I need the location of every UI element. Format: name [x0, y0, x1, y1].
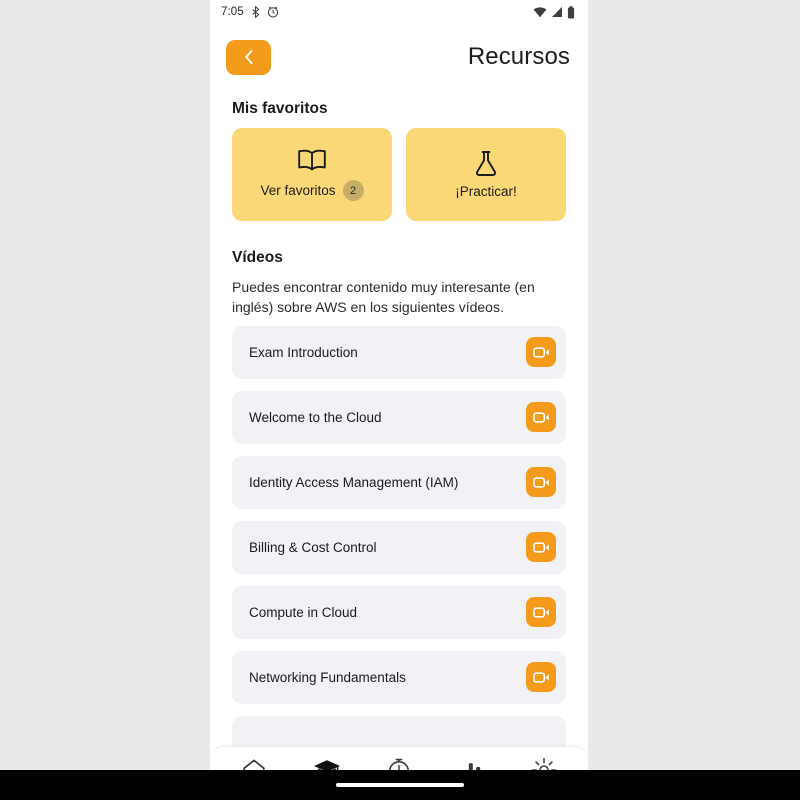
video-row[interactable]: Billing & Cost Control — [232, 520, 566, 574]
favorites-card-row: Ver favoritos 2 ¡Practicar! — [232, 128, 566, 221]
video-title: Exam Introduction — [249, 344, 358, 360]
home-indicator[interactable] — [336, 783, 464, 787]
video-row[interactable]: Welcome to the Cloud — [232, 390, 566, 444]
scroll-content[interactable]: Mis favoritos Ver favoritos 2 ¡Practicar… — [210, 90, 588, 746]
play-video-button[interactable] — [526, 597, 556, 628]
status-bar: 7:05 — [210, 0, 588, 24]
battery-icon — [567, 5, 575, 18]
system-gesture-bar — [0, 770, 800, 800]
play-video-button[interactable] — [526, 532, 556, 563]
video-camera-icon — [532, 671, 549, 683]
video-row-partial[interactable] — [232, 715, 566, 746]
video-camera-icon — [532, 411, 549, 423]
practice-card[interactable]: ¡Practicar! — [406, 128, 566, 221]
bluetooth-icon — [252, 6, 259, 18]
video-camera-icon — [532, 541, 549, 553]
page-title: Recursos — [467, 43, 570, 70]
practice-label-wrap: ¡Practicar! — [455, 184, 517, 199]
play-video-button[interactable] — [526, 337, 556, 368]
status-time: 7:05 — [221, 6, 244, 18]
video-row[interactable]: Compute in Cloud — [232, 585, 566, 639]
app-bar: Recursos — [210, 24, 588, 90]
favorites-count-badge: 2 — [342, 180, 364, 201]
view-favorites-card[interactable]: Ver favoritos 2 — [232, 128, 392, 221]
practice-label: ¡Practicar! — [455, 184, 517, 199]
video-title: Welcome to the Cloud — [249, 409, 382, 425]
play-video-button[interactable] — [526, 467, 556, 498]
video-title: Compute in Cloud — [249, 604, 358, 620]
cellular-signal-icon — [552, 7, 562, 17]
video-row[interactable]: Networking Fundamentals — [232, 650, 566, 704]
status-bar-left: 7:05 — [221, 6, 279, 18]
video-camera-icon — [532, 606, 549, 618]
phone-screen: 7:05 Recursos Mis favoritos Ver favorito… — [210, 0, 588, 800]
flask-icon — [475, 151, 497, 176]
video-title: Networking Fundamentals — [249, 669, 406, 685]
videos-section-title: Vídeos — [232, 249, 283, 266]
video-title: Billing & Cost Control — [249, 539, 377, 555]
video-list: Exam Introduction Welcome to the Cloud I… — [232, 325, 566, 746]
favorites-section-title: Mis favoritos — [232, 100, 328, 117]
screenshot-root: 7:05 Recursos Mis favoritos Ver favorito… — [0, 0, 800, 800]
alarm-icon — [267, 6, 278, 18]
video-row[interactable]: Exam Introduction — [232, 325, 566, 379]
video-row[interactable]: Identity Access Management (IAM) — [232, 455, 566, 509]
open-book-icon — [298, 149, 326, 171]
wifi-icon — [533, 7, 547, 18]
video-title: Identity Access Management (IAM) — [249, 474, 459, 490]
videos-description: Puedes encontrar contenido muy interesan… — [232, 279, 535, 316]
view-favorites-label-wrap: Ver favoritos 2 — [260, 180, 364, 201]
back-button[interactable] — [226, 39, 271, 75]
video-camera-icon — [532, 346, 549, 358]
video-camera-icon — [532, 476, 549, 488]
chevron-left-icon — [244, 50, 252, 64]
play-video-button[interactable] — [526, 662, 556, 693]
view-favorites-label: Ver favoritos — [260, 183, 336, 198]
play-video-button[interactable] — [526, 402, 556, 433]
status-bar-right — [533, 5, 575, 19]
